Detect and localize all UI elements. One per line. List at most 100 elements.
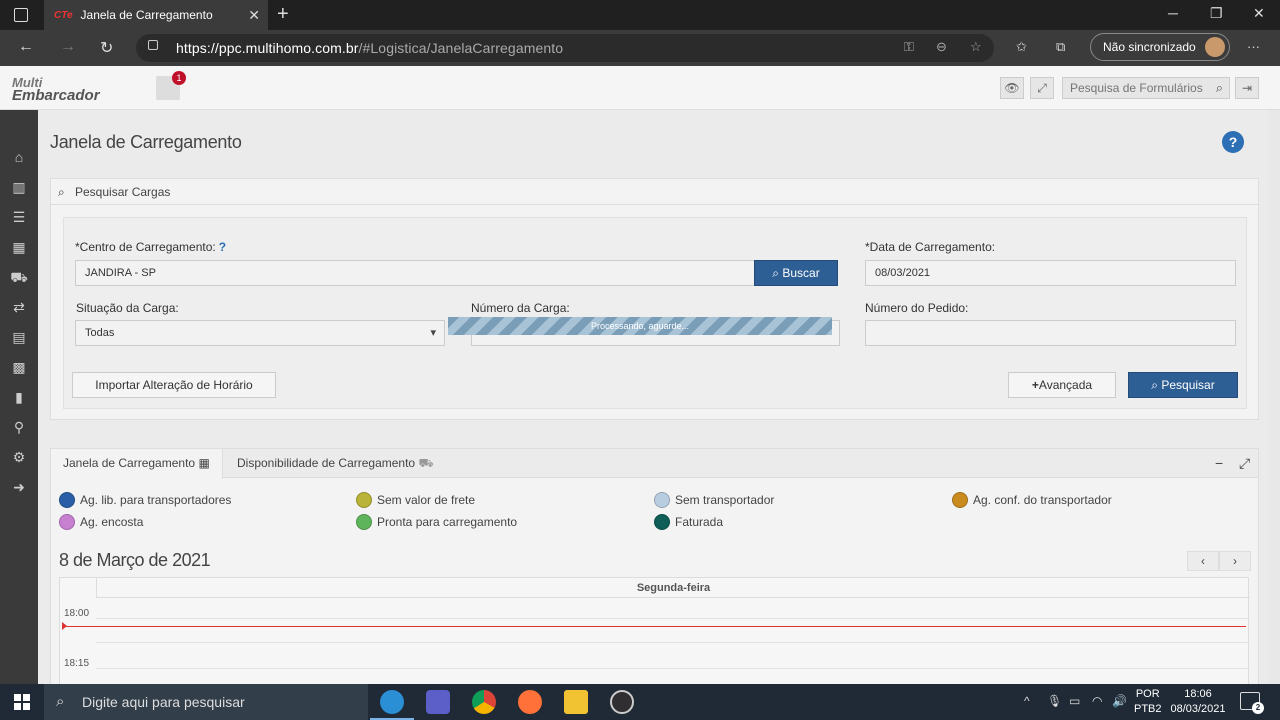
taskbar-search[interactable]: ⌕ Digite aqui para pesquisar [44, 684, 368, 720]
browser-navbar: ← → ↻ https://ppc.multihomo.com.br/#Logi… [0, 30, 1280, 66]
battery-icon[interactable]: ▭ [1069, 694, 1080, 708]
sync-button[interactable]: Não sincronizado [1090, 33, 1230, 61]
tab-janela[interactable]: Janela de Carregamento ▦ [51, 449, 223, 479]
map-marker-icon[interactable]: ⚲ [0, 412, 38, 442]
expand-icon[interactable]: ⤢ [1239, 455, 1250, 472]
calendar-tabs: Janela de Carregamento ▦ Disponibilidade… [51, 449, 1258, 479]
time-label: 18:00 [64, 608, 90, 619]
collapse-icon[interactable]: − [1215, 455, 1223, 471]
prev-day-button[interactable]: ‹ [1187, 551, 1219, 571]
time-label: 18:15 [64, 658, 90, 669]
plus-icon: + [1031, 378, 1039, 392]
next-day-button[interactable]: › [1219, 551, 1251, 571]
window-close-icon[interactable]: ✕ [1253, 5, 1265, 22]
maximize-icon[interactable]: ❐ [1210, 5, 1223, 22]
tab-favicon: CTe [54, 9, 73, 21]
truck-icon[interactable]: ⛟ [0, 262, 38, 292]
windows-start-icon[interactable] [14, 694, 30, 710]
centro-help-icon[interactable]: ? [219, 240, 226, 254]
slot-line [96, 642, 1250, 643]
legend-dot [356, 492, 372, 508]
address-bar[interactable]: https://ppc.multihomo.com.br/#Logistica/… [136, 34, 994, 62]
add-favorite-icon[interactable]: ☆ [970, 39, 982, 55]
more-icon[interactable]: ··· [1247, 39, 1260, 54]
form-search-input[interactable] [1063, 78, 1203, 98]
data-field[interactable]: 08/03/2021 [865, 260, 1236, 286]
minimize-icon[interactable]: ─ [1168, 5, 1178, 21]
edge-icon[interactable] [370, 690, 414, 720]
calendar-grid[interactable]: Segunda-feira 18:00 18:15 [59, 577, 1250, 684]
situacao-select[interactable]: Todas [75, 320, 445, 346]
centro-field[interactable]: JANDIRA - SP [75, 260, 755, 286]
volume-icon[interactable]: 🔊 [1112, 694, 1127, 708]
calendar-panel: Janela de Carregamento ▦ Disponibilidade… [50, 448, 1259, 684]
app-header: Multi Embarcador 1 👁 ⤢ ⌕ ⇥ [0, 66, 1280, 110]
legend-dot [356, 514, 372, 530]
key-icon[interactable]: ⚿ [904, 39, 914, 55]
logout-icon[interactable]: ⇥ [1235, 77, 1259, 99]
firefox-icon[interactable] [518, 690, 542, 714]
notifications-button[interactable]: 1 [156, 71, 186, 100]
form-search[interactable]: ⌕ [1062, 77, 1230, 99]
notification-count: 2 [1252, 702, 1264, 714]
bar-chart-icon[interactable]: ▥ [0, 172, 38, 202]
calendar-icon[interactable]: ▦ [0, 232, 44, 262]
day-header: Segunda-feira [96, 578, 1250, 598]
url-text[interactable]: https://ppc.multihomo.com.br/#Logistica/… [176, 40, 563, 56]
fullscreen-icon[interactable]: ⤢ [1030, 77, 1054, 99]
language-indicator[interactable]: POR PTB2 [1134, 687, 1162, 717]
wifi-icon[interactable]: ◠ [1092, 694, 1102, 708]
teams-icon[interactable] [426, 690, 450, 714]
obs-icon[interactable] [610, 690, 634, 714]
refresh-icon[interactable]: ↻ [100, 38, 113, 58]
truck-icon: ⛟ [418, 456, 434, 470]
notification-center-icon[interactable]: 2 [1240, 692, 1264, 714]
zoom-icon[interactable]: ⊖ [936, 39, 947, 55]
favorites-icon[interactable]: ✩ [1016, 39, 1027, 55]
forward-icon[interactable]: → [60, 38, 76, 56]
slot-line [96, 668, 1250, 669]
search-icon: ⌕ [1151, 378, 1158, 392]
back-icon[interactable]: ← [18, 38, 34, 56]
close-tab-icon[interactable]: ✕ [248, 7, 260, 24]
tray-chevron-icon[interactable]: ^ [1024, 694, 1030, 708]
sync-label: Não sincronizado [1103, 40, 1196, 54]
search-panel-header[interactable]: ⌕ Pesquisar Cargas [51, 179, 1258, 205]
tab-disponibilidade[interactable]: Disponibilidade de Carregamento ⛟ [225, 449, 446, 478]
file-explorer-icon[interactable] [564, 690, 588, 714]
search-icon: ⌕ [772, 266, 780, 280]
logo: Multi Embarcador [12, 75, 100, 104]
tab-actions-icon[interactable] [14, 8, 28, 22]
grid-icon[interactable]: ▩ [0, 352, 38, 382]
pesquisar-button[interactable]: ⌕ Pesquisar [1128, 372, 1238, 398]
browser-tab[interactable]: CTe Janela de Carregamento ✕ [44, 0, 268, 30]
notification-badge: 1 [172, 71, 186, 85]
legend-dot [654, 492, 670, 508]
avancada-button[interactable]: +Avançada [1008, 372, 1116, 398]
numero-carga-label: Número da Carga: [471, 301, 570, 315]
importar-button[interactable]: Importar Alteração de Horário [72, 372, 276, 398]
taskbar: ⌕ Digite aqui para pesquisar ^ 🎙 ▭ ◠ 🔊 P… [0, 684, 1280, 720]
microphone-icon[interactable]: 🎙 [1047, 694, 1062, 708]
gear-icon[interactable]: ⚙ [0, 442, 38, 472]
clock[interactable]: 18:06 08/03/2021 [1168, 687, 1228, 717]
help-icon[interactable]: ? [1222, 131, 1244, 153]
legend-item: Sem transportador [654, 492, 774, 508]
table-icon[interactable]: ▤ [0, 322, 38, 352]
barcode-icon[interactable]: ▮ [0, 382, 38, 412]
data-label: *Data de Carregamento: [865, 240, 996, 254]
new-tab-button[interactable]: + [277, 3, 289, 26]
legend-item: Ag. conf. do transportador [952, 492, 1112, 508]
list-icon[interactable]: ☰ [0, 202, 38, 232]
search-form: *Centro de Carregamento:? JANDIRA - SP ⌕… [63, 217, 1247, 409]
home-icon[interactable]: ⌂ [0, 142, 38, 172]
buscar-button[interactable]: ⌕ Buscar [754, 260, 838, 286]
eye-icon[interactable]: 👁 [1000, 77, 1024, 99]
search-icon[interactable]: ⌕ [1216, 80, 1223, 96]
numero-pedido-field[interactable] [865, 320, 1236, 346]
exchange-icon[interactable]: ⇄ [0, 292, 38, 322]
chrome-icon[interactable] [472, 690, 496, 714]
collections-icon[interactable]: ⧉ [1056, 39, 1065, 55]
legend-item: Sem valor de frete [356, 492, 475, 508]
arrow-circle-right-icon[interactable]: ➜ [0, 472, 38, 502]
